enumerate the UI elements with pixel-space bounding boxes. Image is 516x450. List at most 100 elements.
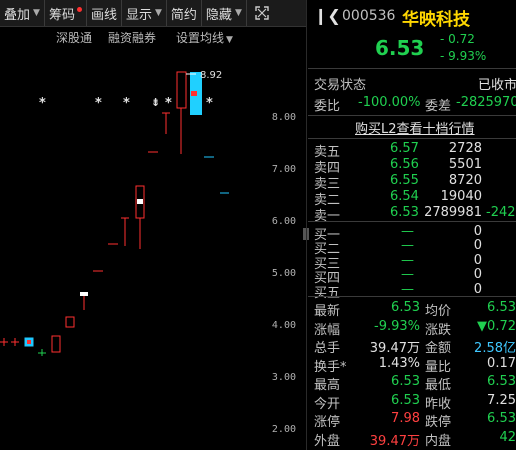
wei-bi-row: 委比 -100.00% 委差 -2825970 [308, 95, 516, 114]
candlestick [121, 217, 129, 246]
bid-volume: 0 [473, 281, 482, 297]
candles-layer [0, 71, 229, 356]
stat-label: 最高 [314, 378, 341, 393]
stat-value: 6.53 [391, 392, 420, 408]
candlestick [38, 349, 46, 356]
ask-price: 6.57 [390, 141, 419, 156]
stat-row: 最高 6.53 最低 6.53 [308, 374, 516, 393]
drawline-button[interactable]: 画线 [87, 0, 122, 26]
fullscreen-icon[interactable] [247, 0, 277, 26]
stat-value: 39.47万 [369, 433, 420, 449]
ask-volume: 2789981 [424, 205, 482, 220]
bid-label: 买五 [314, 285, 341, 301]
drawline-label: 画线 [90, 7, 117, 23]
bid-volume: 0 [473, 267, 482, 283]
stat-value: 39.47万 [369, 341, 420, 356]
simple-label: 简约 [170, 7, 197, 23]
stock-name: 华映科技 [402, 10, 470, 30]
candlestick [80, 292, 88, 310]
simple-button[interactable]: 简约 [167, 0, 202, 26]
sh-sz-connect-link[interactable]: 深股通 [56, 29, 92, 46]
ask-row[interactable]: 卖一6.532789981-2422 [308, 205, 516, 224]
chips-button[interactable]: 筹码 [45, 0, 87, 26]
panel-divider[interactable] [306, 0, 307, 450]
divider [308, 138, 516, 139]
stat-value: 6.53 [487, 411, 516, 426]
ask-delta: -2422 [486, 205, 516, 220]
bid-price: — [401, 267, 414, 283]
divider [308, 221, 516, 222]
bid-price: — [401, 238, 414, 254]
ask-price: 6.56 [390, 157, 419, 172]
divider [308, 68, 516, 69]
ask-row[interactable]: 卖三 6.55 8720 [308, 173, 516, 192]
stat-row: 总手 39.47万 金额 2.58亿 [308, 337, 516, 356]
chevron-down-icon: ▼ [226, 35, 233, 45]
ask-row[interactable]: 卖四 6.56 5501 [308, 157, 516, 176]
chevron-down-icon: ▼ [154, 8, 162, 18]
stat-label: 最低 [425, 378, 452, 393]
stat-label: 涨幅 [314, 322, 341, 338]
stat-value: 0.17 [487, 355, 516, 371]
high-price-label: 8.92 [200, 70, 223, 81]
stat-row: 最新 6.53 均价 6.53 [308, 300, 516, 319]
stat-value: ▼0.72 [477, 318, 516, 334]
kline-chart[interactable]: * * * ⇟ * * * 8.00 7.00 6.00 5.00 4.00 3… [0, 46, 306, 450]
stat-value: 2.58亿 [474, 341, 516, 356]
bid-price: — [401, 252, 414, 268]
chart-toolbar: 叠加 ▼ 筹码 画线 显示 ▼ 简约 隐藏 ▼ [0, 0, 306, 27]
stat-label: 内盘 [425, 433, 452, 449]
bid-volume: 0 [473, 238, 482, 254]
margin-trading-link[interactable]: 融资融券 [108, 29, 156, 46]
ma-settings-label: 设置均线 [176, 31, 225, 45]
candlestick [11, 338, 19, 346]
ask-row[interactable]: 卖五 6.57 2728 [308, 141, 516, 160]
candlestick [51, 335, 61, 353]
ask-volume: 2728 [448, 141, 482, 156]
stat-label: 均价 [425, 304, 452, 319]
stat-label: 涨跌 [425, 322, 452, 338]
bid-price: — [401, 281, 414, 297]
stat-row: 涨停 7.98 跌停 6.53 [308, 411, 516, 430]
hide-button[interactable]: 隐藏 ▼ [202, 0, 247, 26]
wei-bi-value: -100.00% [358, 95, 421, 110]
trade-status-row: 交易状态 已收市 [308, 74, 516, 93]
ma-settings-link[interactable]: 设置均线 ▼ [176, 29, 233, 46]
ask-price: 6.54 [390, 189, 419, 204]
stat-label: 量比 [425, 359, 452, 375]
stat-value: 42 [499, 429, 516, 445]
candlestick [65, 316, 75, 328]
stat-label: 换手* [314, 359, 347, 375]
candlestick [135, 185, 145, 249]
l2-upgrade-link[interactable]: 购买L2查看十档行情 [308, 118, 516, 137]
stat-value: 7.98 [391, 411, 420, 426]
overlay-button[interactable]: 叠加 ▼ [0, 0, 45, 26]
chevron-down-icon: ▼ [234, 8, 242, 18]
ask-price: 6.55 [390, 173, 419, 188]
indicator-bar: 深股通 融资融券 设置均线 ▼ [0, 27, 306, 45]
price-change-pct: - 9.93% [440, 49, 487, 63]
trade-status-label: 交易状态 [314, 78, 367, 93]
candlestick [176, 71, 187, 154]
chips-label: 筹码 [48, 7, 75, 23]
divider [308, 115, 516, 116]
stat-value: 1.43% [378, 355, 420, 371]
ask-price: 6.53 [390, 205, 419, 220]
collapse-icon[interactable]: ❙❮ [314, 6, 341, 25]
stat-value: -9.93% [374, 318, 420, 334]
stat-value: 6.53 [391, 300, 420, 315]
candlestick [162, 112, 170, 134]
candlestick [24, 337, 34, 347]
wei-cha-label: 委差 [425, 99, 452, 114]
ask-volume: 8720 [448, 173, 482, 188]
display-button[interactable]: 显示 ▼ [122, 0, 167, 26]
stat-value: 6.53 [487, 300, 516, 315]
stat-value: 7.25 [487, 392, 516, 408]
trade-status-value: 已收市 [478, 78, 516, 93]
stat-row: 外盘 39.47万 内盘 42 [308, 429, 516, 449]
ask-row[interactable]: 卖二 6.54 19040 [308, 189, 516, 208]
chevron-down-icon: ▼ [33, 8, 40, 18]
stat-label: 金额 [425, 341, 452, 356]
stat-row: 涨幅 -9.93% 涨跌 ▼0.72 [308, 318, 516, 338]
bid-price: — [401, 224, 414, 239]
